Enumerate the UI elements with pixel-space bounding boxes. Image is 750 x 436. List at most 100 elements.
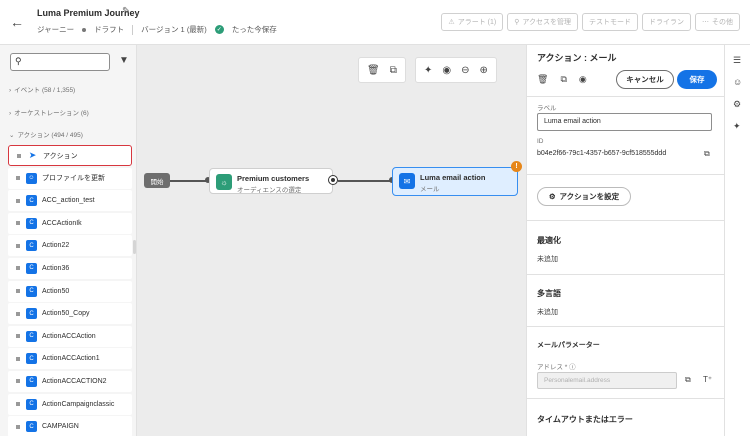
delete-icon[interactable]: 🗑	[537, 74, 548, 85]
list-item[interactable]: C ACCActionIk	[8, 212, 132, 234]
list-item[interactable]: C CAMPAIGN	[8, 416, 132, 436]
custom-action-icon: C	[26, 262, 37, 274]
category-actions[interactable]: ⌄ アクション (494 / 495)	[9, 129, 83, 139]
multilang-value: 未追加	[537, 309, 558, 316]
node-title: Premium customers	[237, 174, 310, 183]
list-item[interactable]: C Action36	[8, 257, 132, 279]
delete-icon[interactable]: 🗑	[367, 65, 380, 76]
drag-handle-icon[interactable]	[16, 311, 20, 316]
configure-action-button[interactable]: ⚙ アクションを設定	[537, 187, 631, 206]
properties-icon[interactable]: ☰	[733, 55, 741, 66]
panel-tools: 🗑 ⧉ ◉	[537, 74, 587, 85]
save-button[interactable]: 保存	[677, 70, 717, 89]
custom-action-icon: C	[26, 353, 37, 365]
drag-handle-icon[interactable]	[16, 243, 20, 248]
timeout-title: タイムアウトまたはエラー	[537, 415, 633, 424]
cancel-button[interactable]: キャンセル	[616, 70, 674, 89]
info-icon[interactable]: ⓘ	[569, 364, 576, 371]
drag-handle-icon[interactable]	[16, 221, 20, 226]
id-value: b04e2f66-79c1-4357-b657-9cf518555ddd	[537, 150, 667, 157]
journey-type: ジャーニー	[37, 25, 75, 34]
category-orchestration[interactable]: › オーケストレーション (6)	[9, 107, 89, 117]
connector-line	[170, 180, 210, 182]
drag-handle-icon[interactable]	[16, 356, 20, 361]
start-node[interactable]: 開始	[144, 173, 170, 188]
camera-icon[interactable]: ◉	[442, 65, 451, 76]
divider	[527, 274, 725, 275]
label-field-label: ラベル	[537, 105, 557, 112]
drag-handle-icon[interactable]	[16, 198, 20, 203]
copy-icon[interactable]: ⧉	[704, 149, 710, 159]
custom-action-icon: C	[26, 217, 37, 229]
manage-access-button[interactable]: ⚲ アクセスを管理	[507, 13, 578, 31]
journey-header: ← Luma Premium Journey ✎ ジャーニー ドラフト バージョ…	[0, 0, 750, 45]
action-list: ➤ アクション ☺ プロファイルを更新 C ACC_action_test C AC…	[8, 145, 132, 436]
list-item[interactable]: C ActionACCAction1	[8, 348, 132, 370]
list-item[interactable]: ☺ プロファイルを更新	[8, 167, 132, 189]
list-item[interactable]: C ActionACCAction	[8, 325, 132, 347]
node-title: Luma email action	[420, 173, 486, 182]
custom-action-icon: C	[26, 421, 37, 433]
gear-icon: ⚙	[548, 192, 556, 201]
zoom-out-icon[interactable]: ⊖	[461, 65, 469, 76]
journey-canvas[interactable]: 🗑 ⧉ ✦ ◉ ⊖ ⊕ 開始 ☼ Premium customers オーディエ…	[137, 45, 526, 436]
drag-handle-icon[interactable]	[16, 379, 20, 384]
chevron-right-icon: ›	[9, 87, 12, 94]
email-action-node[interactable]: ✉ Luma email action メール	[392, 167, 518, 196]
key-icon: ⚲	[514, 19, 520, 26]
divider	[132, 24, 134, 35]
list-item[interactable]: C ActionCampaignclassic	[8, 393, 132, 415]
alerts-button[interactable]: ⚠ アラート (1)	[441, 13, 504, 31]
drag-handle-icon[interactable]	[16, 289, 20, 294]
list-item[interactable]: C Action50	[8, 280, 132, 302]
email-icon: ✉	[399, 173, 415, 189]
chevron-down-icon: ⌄	[9, 132, 15, 139]
saved-check-icon: ✓	[214, 25, 224, 34]
more-button[interactable]: ⋯ その他	[695, 13, 740, 31]
warning-icon[interactable]: !	[511, 161, 522, 172]
preview-eye-icon[interactable]: ◉	[579, 74, 587, 85]
zoom-in-icon[interactable]: ⊕	[480, 65, 488, 76]
magic-wand-icon[interactable]: ✦	[733, 121, 741, 132]
test-mode-button[interactable]: テストモード	[582, 13, 638, 31]
drag-handle-icon[interactable]	[16, 402, 20, 407]
email-address-input[interactable]: Personalemail.address	[537, 372, 677, 389]
dry-run-button[interactable]: ドライラン	[642, 13, 691, 31]
node-subtitle: オーディエンスの選定	[237, 187, 302, 194]
drag-handle-icon[interactable]	[16, 176, 20, 181]
alert-icon: ⚠	[448, 19, 455, 26]
action-properties-panel: アクション : メール 🗑 ⧉ ◉ キャンセル 保存 ラベル Luma emai…	[526, 45, 725, 436]
label-input[interactable]: Luma email action	[537, 113, 712, 131]
journey-status: ドラフト	[94, 25, 125, 34]
multilang-title: 多言語	[537, 289, 561, 298]
magic-wand-icon[interactable]: ✦	[424, 65, 432, 76]
list-item[interactable]: C Action22	[8, 235, 132, 257]
duplicate-icon[interactable]: ⧉	[560, 74, 566, 85]
node-output-port[interactable]	[328, 175, 338, 185]
back-arrow-icon[interactable]: ←	[10, 14, 24, 30]
personalization-icon[interactable]: T⁺	[703, 375, 712, 384]
list-item[interactable]: C Action50_Copy	[8, 303, 132, 325]
audience-node[interactable]: ☼ Premium customers オーディエンスの選定	[209, 168, 333, 194]
edit-pencil-icon[interactable]: ✎	[122, 6, 130, 17]
drag-handle-icon[interactable]	[17, 153, 21, 158]
connector-line	[338, 180, 392, 182]
category-events[interactable]: › イベント (58 / 1,355)	[9, 84, 75, 94]
list-item[interactable]: C ACC_action_test	[8, 190, 132, 212]
send-icon: ➤	[28, 150, 37, 160]
list-item[interactable]: C ActionACCACTION2	[8, 370, 132, 392]
list-item-action[interactable]: ➤ アクション	[8, 145, 132, 166]
chevron-right-icon: ›	[9, 110, 12, 117]
panel-resize-handle[interactable]	[133, 240, 136, 254]
settings-icon[interactable]: ⚙	[733, 99, 741, 110]
drag-handle-icon[interactable]	[16, 266, 20, 271]
user-icon[interactable]: ☺	[733, 77, 742, 87]
custom-action-icon: C	[26, 240, 37, 252]
copy-icon[interactable]: ⧉	[685, 375, 691, 385]
drag-handle-icon[interactable]	[16, 334, 20, 339]
drag-handle-icon[interactable]	[16, 424, 20, 429]
custom-action-icon: C	[26, 195, 37, 207]
duplicate-icon[interactable]: ⧉	[390, 65, 397, 76]
search-input[interactable]: ⚲	[10, 53, 110, 71]
filter-icon[interactable]: ▼	[119, 55, 129, 66]
